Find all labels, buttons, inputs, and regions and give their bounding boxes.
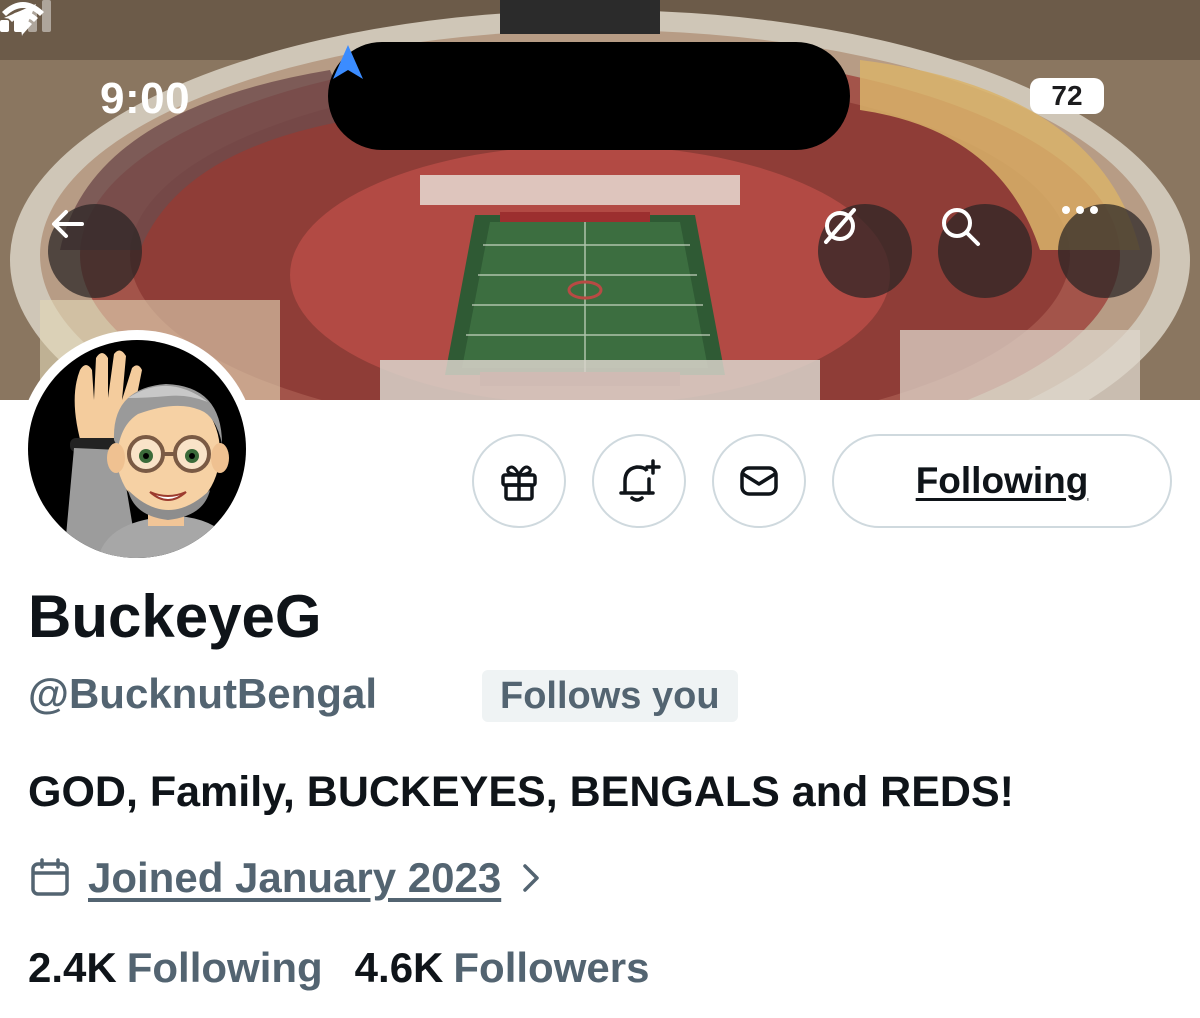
more-icon	[1062, 206, 1098, 214]
display-name: BuckeyeG	[28, 583, 322, 650]
calendar-icon	[31, 858, 69, 896]
joined-date-row[interactable]: Joined January 2023	[28, 850, 543, 906]
status-time: 9:00	[100, 74, 191, 123]
followers-stat[interactable]: 4.6K Followers	[355, 944, 650, 992]
following-stat[interactable]: 2.4K Following	[28, 944, 323, 992]
grok-button[interactable]	[818, 204, 912, 298]
message-button[interactable]	[712, 434, 806, 528]
followers-count: 4.6K	[354, 944, 444, 991]
grok-icon	[824, 208, 856, 244]
gift-icon	[501, 465, 537, 501]
search-icon	[942, 208, 980, 246]
profile-avatar[interactable]	[18, 330, 256, 568]
back-button[interactable]	[48, 204, 142, 298]
gift-button[interactable]	[472, 434, 566, 528]
user-handle: @BucknutBengal	[28, 670, 377, 717]
back-arrow-icon	[52, 210, 84, 238]
memoji-avatar-image	[28, 340, 246, 558]
following-button[interactable]: Following	[832, 434, 1172, 528]
chevron-right-icon	[523, 864, 539, 892]
more-button[interactable]	[1058, 204, 1152, 298]
mail-icon	[740, 466, 778, 496]
joined-date-link[interactable]: Joined January 2023	[88, 854, 501, 902]
following-count: 2.4K	[28, 944, 117, 991]
battery-indicator: 72	[1030, 78, 1104, 114]
following-label: Following	[126, 944, 323, 991]
navigation-arrow-icon	[333, 45, 363, 79]
search-button[interactable]	[938, 204, 1032, 298]
follow-stats: 2.4K Following 4.6K Followers	[28, 944, 649, 992]
dynamic-island[interactable]	[328, 42, 850, 150]
wifi-icon	[2, 2, 44, 34]
follows-you-badge: Follows you	[482, 670, 738, 722]
profile-bio: GOD, Family, BUCKEYES, BENGALS and REDS!	[28, 768, 1014, 816]
notify-button[interactable]	[592, 434, 686, 528]
bell-plus-icon	[619, 459, 661, 502]
followers-label: Followers	[453, 944, 650, 991]
